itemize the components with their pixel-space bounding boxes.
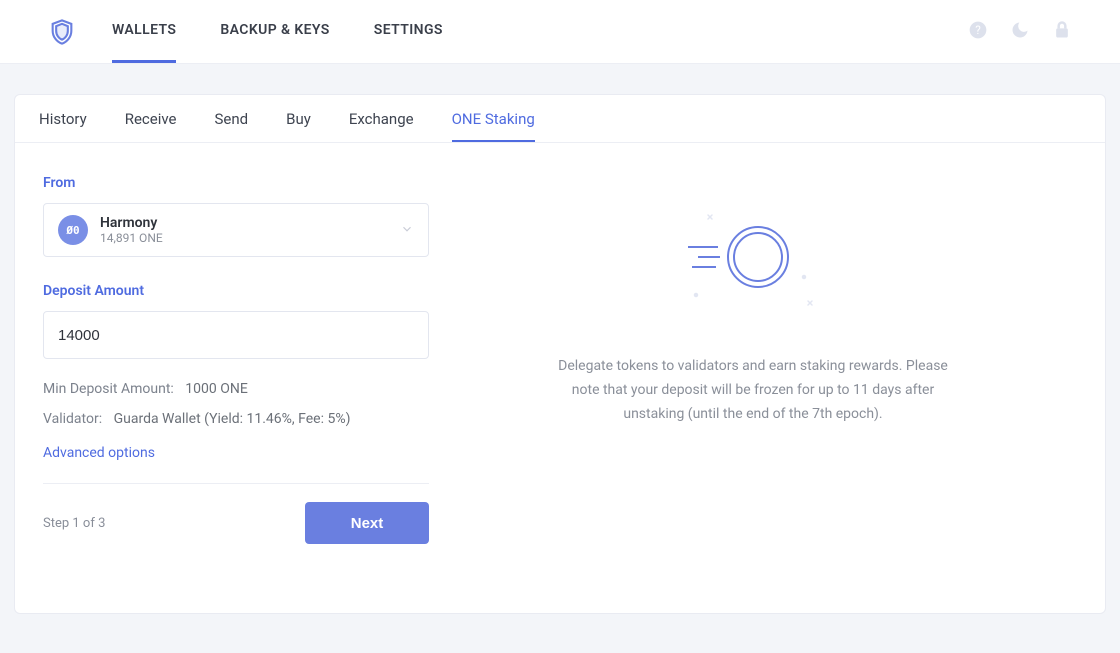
main-nav: WALLETS BACKUP & KEYS SETTINGS — [112, 0, 968, 63]
nav-backup[interactable]: BACKUP & KEYS — [220, 0, 329, 63]
app-header: WALLETS BACKUP & KEYS SETTINGS ? — [0, 0, 1120, 64]
tab-exchange[interactable]: Exchange — [349, 110, 414, 142]
validator-label: Validator: — [43, 411, 102, 427]
next-button[interactable]: Next — [305, 502, 429, 544]
wallet-balance: 14,891 ONE — [100, 231, 163, 245]
from-label: From — [43, 175, 429, 191]
deposit-amount-label: Deposit Amount — [43, 283, 429, 299]
lock-icon[interactable] — [1052, 20, 1072, 44]
validator-value: Guarda Wallet (Yield: 11.46%, Fee: 5%) — [114, 411, 351, 427]
min-deposit-row: Min Deposit Amount: 1000 ONE — [43, 381, 429, 397]
header-icons: ? — [968, 20, 1072, 44]
nav-settings[interactable]: SETTINGS — [374, 0, 443, 63]
sub-nav: History Receive Send Buy Exchange ONE St… — [15, 95, 1105, 143]
nav-wallets[interactable]: WALLETS — [112, 0, 176, 63]
content: From Ø0 Harmony 14,891 ONE Deposit Amoun… — [15, 143, 1105, 544]
deposit-amount-input[interactable] — [43, 311, 429, 359]
tab-staking[interactable]: ONE Staking — [452, 110, 535, 142]
coin-illustration-icon — [678, 205, 828, 319]
svg-text:?: ? — [975, 23, 981, 37]
divider — [43, 483, 429, 484]
explainer-text: Delegate tokens to validators and earn s… — [553, 355, 953, 426]
wallet-info: Harmony 14,891 ONE — [100, 215, 163, 246]
tab-buy[interactable]: Buy — [286, 110, 311, 142]
staking-form: From Ø0 Harmony 14,891 ONE Deposit Amoun… — [43, 175, 429, 544]
min-deposit-value: 1000 ONE — [185, 381, 248, 397]
tab-history[interactable]: History — [39, 110, 87, 142]
wallet-name: Harmony — [100, 215, 163, 232]
min-deposit-label: Min Deposit Amount: — [43, 381, 174, 397]
validator-row: Validator: Guarda Wallet (Yield: 11.46%,… — [43, 411, 429, 427]
form-footer: Step 1 of 3 Next — [43, 502, 429, 544]
step-indicator: Step 1 of 3 — [43, 516, 105, 531]
advanced-options-link[interactable]: Advanced options — [43, 445, 155, 461]
help-icon[interactable]: ? — [968, 20, 988, 44]
tab-send[interactable]: Send — [215, 110, 249, 142]
harmony-icon: Ø0 — [58, 215, 88, 245]
explainer-panel: Delegate tokens to validators and earn s… — [429, 175, 1077, 544]
wallet-select[interactable]: Ø0 Harmony 14,891 ONE — [43, 203, 429, 257]
tab-receive[interactable]: Receive — [125, 110, 177, 142]
chevron-down-icon — [400, 221, 414, 240]
main-card: History Receive Send Buy Exchange ONE St… — [14, 94, 1106, 614]
moon-icon[interactable] — [1010, 20, 1030, 44]
shield-logo-icon — [48, 18, 76, 46]
